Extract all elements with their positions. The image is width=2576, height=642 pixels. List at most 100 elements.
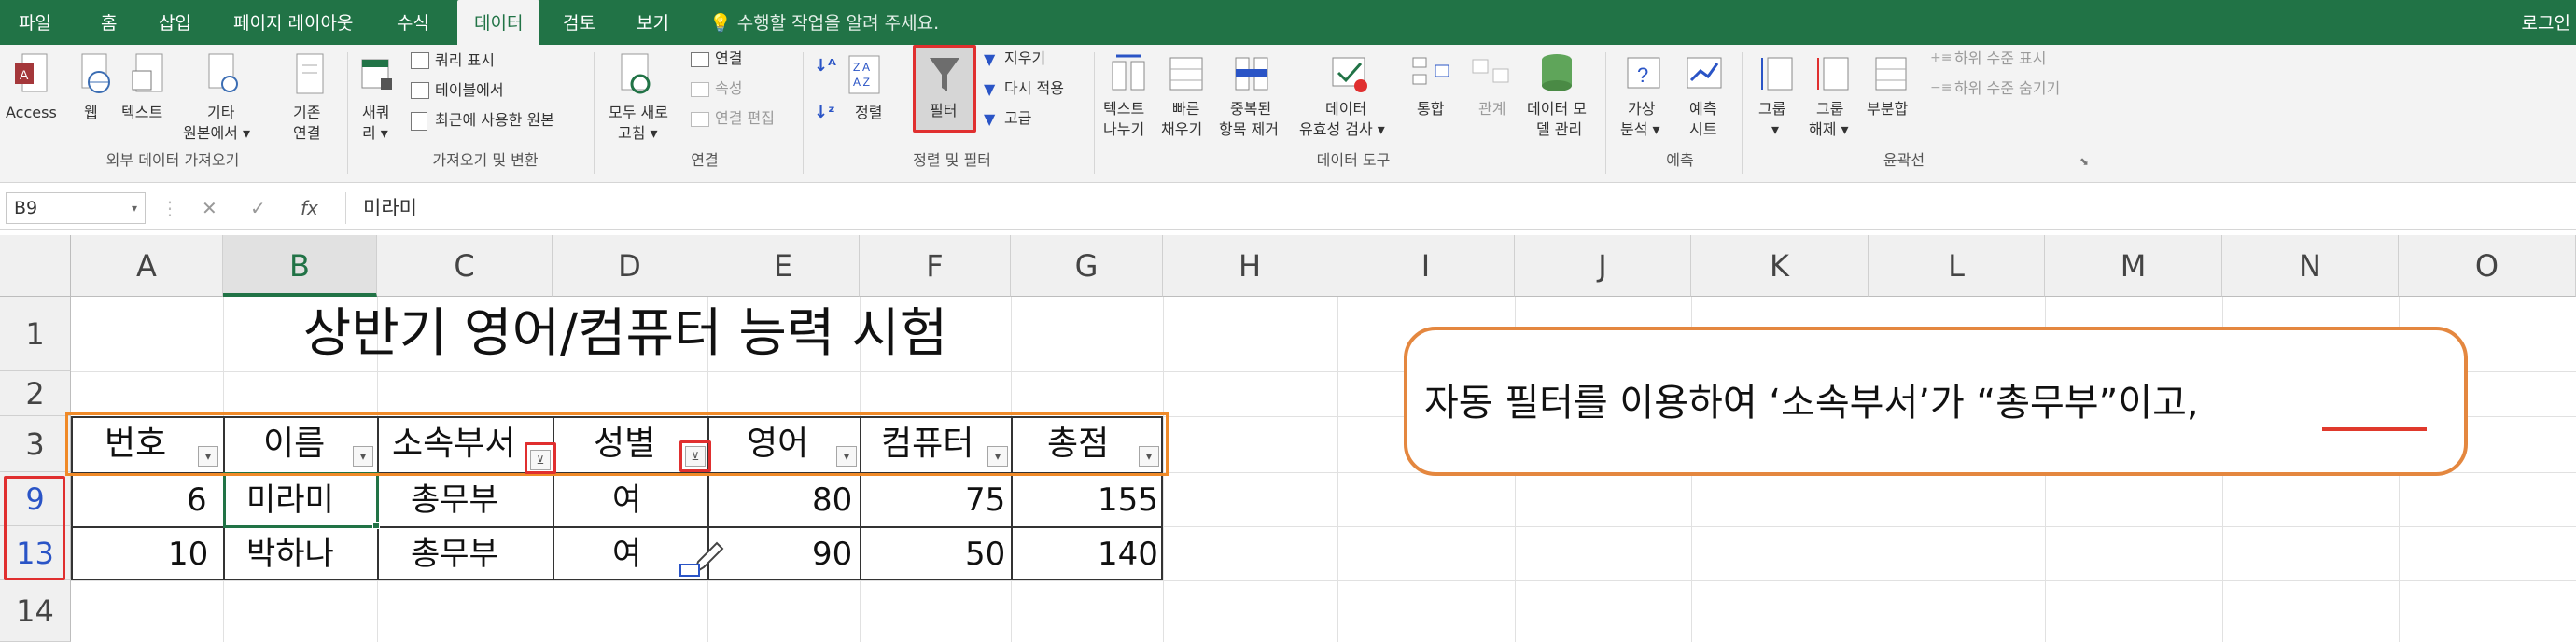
tab-formulas[interactable]: 수식 (397, 0, 429, 45)
table-icon (411, 52, 429, 69)
refresh-icon (621, 53, 651, 94)
column-header-h[interactable]: H (1163, 235, 1337, 297)
table-cell[interactable]: 6 (187, 474, 207, 526)
text-file-icon (132, 53, 163, 92)
svg-text:A Z: A Z (853, 76, 870, 89)
row-header-14[interactable]: 14 (0, 580, 71, 642)
gridline (71, 580, 2576, 581)
tell-me-box[interactable]: 💡 수행할 작업을 알려 주세요. (709, 0, 939, 45)
table-icon (411, 82, 429, 99)
column-header-c[interactable]: C (377, 235, 553, 297)
group-separator (1605, 52, 1606, 174)
table-cell[interactable]: 총무부 (411, 474, 498, 526)
column-header-i[interactable]: I (1337, 235, 1515, 297)
group-label-get-transform: 가져오기 및 변환 (432, 151, 539, 169)
data-model-icon (1542, 54, 1572, 91)
relationships-icon (1472, 59, 1509, 83)
web-icon (81, 53, 110, 93)
table-cell[interactable]: 75 (965, 474, 1005, 526)
chevron-down-icon[interactable]: ▾ (132, 193, 137, 223)
table-cell[interactable]: 140 (1098, 528, 1158, 580)
column-header-b[interactable]: B (223, 235, 377, 297)
group-label-external: 외부 데이터 가져오기 (105, 151, 240, 169)
group-separator (803, 52, 804, 174)
sort-az-icon: ↓ᴬ (814, 56, 836, 76)
svg-text:Z A: Z A (853, 61, 870, 74)
what-if-icon: ? (1627, 57, 1660, 89)
flash-fill-icon (1169, 57, 1203, 91)
group-label-forecast: 예측 (1666, 151, 1694, 169)
filter-highlight-box (913, 45, 976, 133)
column-header-m[interactable]: M (2045, 235, 2222, 297)
group-label-data-tools: 데이터 도구 (1316, 151, 1391, 169)
insert-function-icon[interactable]: fx (301, 192, 318, 224)
tab-page-layout[interactable]: 페이지 레이아웃 (233, 0, 353, 45)
quick-analysis-icon[interactable] (679, 564, 700, 577)
table-cell[interactable]: 여 (612, 474, 641, 526)
cancel-icon[interactable]: ✕ (202, 192, 217, 224)
row-header-2[interactable]: 2 (0, 371, 71, 416)
new-query-icon (361, 59, 392, 90)
group-label-sort-filter: 정렬 및 필터 (913, 151, 991, 169)
table-cell[interactable]: 155 (1098, 474, 1158, 526)
access-icon: A (15, 53, 48, 92)
tab-view[interactable]: 보기 (637, 0, 669, 45)
dept-filter-highlight (525, 442, 556, 474)
hide-detail-icon: −≡ (1930, 80, 1953, 95)
forecast-sheet-icon (1687, 57, 1722, 89)
column-header-a[interactable]: A (71, 235, 223, 297)
header-row-highlight (65, 412, 1169, 476)
dialog-launcher-icon[interactable]: ⬊ (2079, 155, 2089, 168)
table-cell[interactable]: 박하나 (246, 528, 334, 580)
login-link[interactable]: 로그인 (2522, 0, 2570, 45)
connections-icon (691, 52, 709, 67)
remove-duplicates-icon (1235, 57, 1268, 91)
row-header-1[interactable]: 1 (0, 297, 71, 371)
table-cell[interactable]: 80 (812, 474, 852, 526)
callout-underline (2322, 427, 2427, 431)
formula-input[interactable]: 미라미 (345, 192, 2567, 224)
formula-bar: B9 ▾ ⋮ ✕ ✓ fx 미라미 (0, 187, 2576, 230)
show-detail-icon: +≡ (1930, 50, 1953, 65)
column-header-f[interactable]: F (860, 235, 1011, 297)
table-cell[interactable]: 90 (812, 528, 852, 580)
sheet-title[interactable]: 상반기 영어/컴퓨터 능력 시험 (261, 297, 989, 371)
tab-insert[interactable]: 삽입 (159, 0, 191, 45)
table-cell[interactable]: 10 (168, 528, 208, 580)
gridline (1337, 297, 1338, 642)
other-sources-icon (208, 53, 238, 92)
gender-filter-highlight (679, 440, 711, 472)
enter-icon[interactable]: ✓ (250, 192, 266, 224)
group-icon (1761, 57, 1793, 91)
text-to-columns-icon (1112, 54, 1145, 91)
clear-filter-icon: ▼ (984, 50, 996, 68)
column-header-j[interactable]: J (1515, 235, 1691, 297)
svg-text:?: ? (1637, 63, 1648, 87)
select-all-corner[interactable] (0, 235, 71, 297)
table-cell[interactable]: 여 (612, 528, 641, 580)
fill-handle[interactable] (372, 522, 380, 529)
column-header-e[interactable]: E (707, 235, 860, 297)
column-header-n[interactable]: N (2222, 235, 2399, 297)
column-header-d[interactable]: D (553, 235, 707, 297)
callout-text: 자동 필터를 이용하여 ‘소속부서’가 “총무부”이고, (1424, 382, 2199, 425)
table-cell[interactable]: 50 (965, 528, 1005, 580)
column-header-g[interactable]: G (1011, 235, 1163, 297)
more-options-icon: ⋮ (161, 197, 179, 219)
tab-review[interactable]: 검토 (563, 0, 595, 45)
column-header-l[interactable]: L (1869, 235, 2045, 297)
name-box[interactable]: B9 ▾ (6, 192, 146, 224)
row-numbers-highlight (4, 476, 65, 580)
table-cell[interactable]: 총무부 (411, 528, 498, 580)
column-header-k[interactable]: K (1691, 235, 1869, 297)
active-cell-selection (223, 472, 379, 528)
group-label-outline: 윤곽선 (1883, 151, 1925, 169)
tab-file[interactable]: 파일 (19, 0, 51, 45)
tab-data[interactable]: 데이터 (457, 0, 540, 45)
tab-home[interactable]: 홈 (101, 0, 117, 45)
subtotal-icon (1875, 57, 1907, 91)
existing-connections-icon (296, 53, 324, 94)
advanced-filter-icon: ▼ (984, 110, 996, 128)
row-header-3[interactable]: 3 (0, 416, 71, 472)
column-header-o[interactable]: O (2399, 235, 2576, 297)
